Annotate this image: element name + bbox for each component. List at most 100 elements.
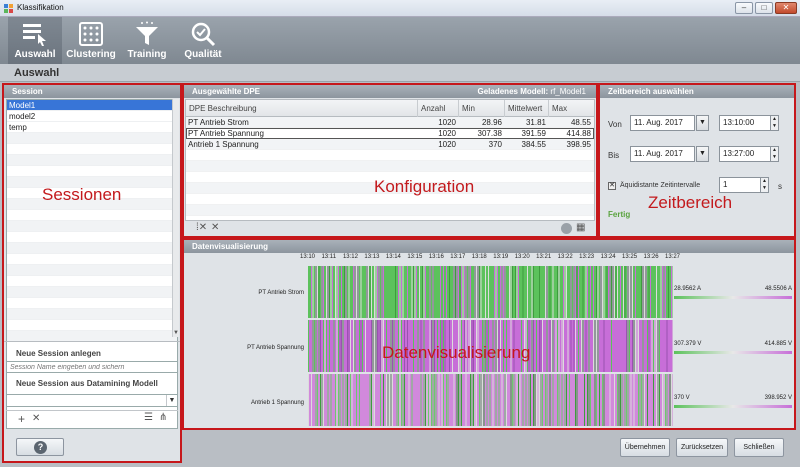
band-stripe <box>360 320 362 372</box>
column-header[interactable]: Mittelwert <box>505 100 549 117</box>
apply-button[interactable]: Übernehmen <box>620 438 670 457</box>
band-stripe <box>425 266 426 318</box>
band-stripe <box>662 374 663 426</box>
reset-button[interactable]: Zurücksetzen <box>676 438 728 457</box>
band-stripe <box>504 266 506 318</box>
band-stripe <box>392 374 393 426</box>
bis-date-field[interactable]: 11. Aug. 2017 <box>630 146 695 162</box>
scroll-down-icon[interactable]: ▼ <box>173 330 179 336</box>
add-icon[interactable]: + <box>18 412 25 426</box>
bis-date-picker[interactable]: ▼ <box>696 146 709 162</box>
band-stripe <box>557 320 558 372</box>
band-stripe <box>374 320 375 372</box>
band-stripe <box>386 374 387 426</box>
minimize-button[interactable]: – <box>735 2 753 14</box>
von-date-picker[interactable]: ▼ <box>696 115 709 131</box>
session-item[interactable]: model2 <box>7 111 177 122</box>
band-stripe <box>398 374 399 426</box>
column-header[interactable]: DPE Beschreibung <box>186 100 418 117</box>
band-stripe <box>513 374 515 426</box>
maximize-button[interactable]: □ <box>755 2 773 14</box>
toolbar-qualitaet[interactable]: Qualität <box>176 17 230 64</box>
column-header[interactable]: Max <box>549 100 594 117</box>
band-stripe <box>561 320 563 372</box>
band-stripe <box>567 320 569 372</box>
equidistant-checkbox[interactable]: ✕ <box>608 182 616 190</box>
band-stripe <box>500 266 501 318</box>
band-stripe <box>552 320 554 372</box>
bis-time-field[interactable]: 13:27:00 <box>719 146 771 162</box>
band-stripe <box>315 320 317 372</box>
heat-band-strom[interactable] <box>308 266 673 318</box>
von-date-field[interactable]: 11. Aug. 2017 <box>630 115 695 131</box>
footer: Übernehmen Zurücksetzen Schließen <box>182 430 800 467</box>
table-row[interactable]: PT Antrieb Strom 1020 28.96 31.81 48.55 <box>186 117 594 128</box>
column-header[interactable]: Anzahl <box>418 100 459 117</box>
band-stripe <box>396 374 398 426</box>
cell-mean: 391.59 <box>521 129 546 138</box>
visualization-area: 13:10 13:11 13:12 13:13 13:14 13:15 13:16 13:17… <box>184 253 794 428</box>
band-stripe <box>531 320 533 372</box>
close-button[interactable]: Schließen <box>734 438 784 457</box>
cell-mean: 384.55 <box>521 140 546 149</box>
toolbar-training[interactable]: Training <box>120 17 174 64</box>
disabled-icon[interactable] <box>561 223 572 234</box>
band-stripe <box>596 266 597 318</box>
close-window-button[interactable]: ✕ <box>775 2 797 14</box>
band-stripe <box>471 374 473 426</box>
chevron-down-icon[interactable]: ▼ <box>166 395 177 406</box>
interval-field[interactable]: 1 <box>719 177 761 193</box>
list-view-icon[interactable]: ☰ <box>144 412 153 423</box>
session-scrollbar[interactable]: ▼ <box>172 99 179 337</box>
calculator-icon[interactable]: ▦ <box>576 222 585 233</box>
band-stripe <box>369 374 371 426</box>
delete-icon[interactable]: ✕ <box>32 413 40 424</box>
table-row[interactable]: Antrieb 1 Spannung 1020 370 384.55 398.9… <box>186 139 594 150</box>
band-stripe <box>488 266 489 318</box>
band-stripe <box>590 374 591 426</box>
band-stripe <box>449 266 450 318</box>
band-stripe <box>423 266 425 318</box>
band-stripe <box>528 374 530 426</box>
new-session-input[interactable] <box>6 361 178 373</box>
band-stripe <box>312 320 314 372</box>
remove-selected-icon[interactable]: ⁞✕ <box>196 222 207 233</box>
column-header[interactable]: Min <box>459 100 505 117</box>
datamining-model-select[interactable]: ▼ <box>6 394 178 407</box>
von-time-field[interactable]: 13:10:00 <box>719 115 771 131</box>
cell-count: 1020 <box>438 140 456 149</box>
interval-stepper[interactable]: ▲ ▼ <box>761 177 769 193</box>
band-stripe <box>630 374 632 426</box>
band-stripe <box>470 266 471 318</box>
table-row[interactable]: PT Antrieb Spannung 1020 307.38 391.59 4… <box>186 128 594 139</box>
band-stripe <box>423 374 425 426</box>
toolbar-auswahl[interactable]: Auswahl <box>8 17 62 64</box>
time-tick: 13:15 <box>407 254 423 260</box>
von-time-stepper[interactable]: ▲ ▼ <box>771 115 779 131</box>
band-stripe <box>552 266 554 318</box>
tree-view-icon[interactable]: ⋔ <box>159 412 167 423</box>
band-stripe <box>347 374 348 426</box>
delete-icon[interactable]: ✕ <box>211 222 219 233</box>
band-stripe <box>395 266 396 318</box>
heat-band-antrieb1[interactable] <box>308 374 673 426</box>
session-item[interactable]: Model1 <box>7 100 177 111</box>
band-stripe <box>335 374 336 426</box>
session-item[interactable]: temp <box>7 122 177 133</box>
band-stripe <box>536 374 537 426</box>
band-stripe <box>350 374 351 426</box>
band-stripe <box>380 374 381 426</box>
band-stripe <box>533 320 534 372</box>
toolbar-clustering[interactable]: Clustering <box>64 17 118 64</box>
datenvisualisierung-annotation: Datenvisualisierung <box>382 343 531 362</box>
help-button[interactable]: ? <box>16 438 64 456</box>
bis-time-stepper[interactable]: ▲ ▼ <box>771 146 779 162</box>
zeitbereich-annotation: Zeitbereich <box>648 193 733 212</box>
band-stripe <box>569 374 570 426</box>
band-stripe <box>489 374 491 426</box>
band-stripe <box>419 266 420 318</box>
band-stripe <box>432 266 434 318</box>
band-stripe <box>342 374 344 426</box>
band-stripe <box>440 266 441 318</box>
band-stripe <box>648 320 650 372</box>
